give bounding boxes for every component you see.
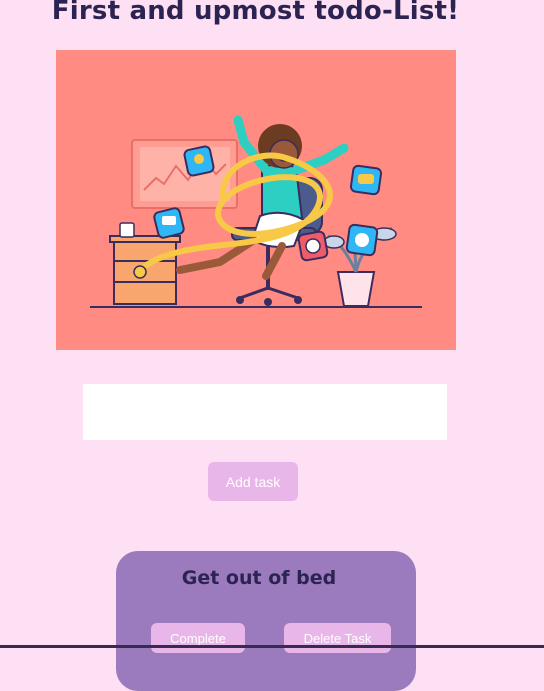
delete-task-button[interactable]: Delete Task (284, 623, 391, 653)
hero-illustration (56, 50, 456, 350)
complete-button[interactable]: Complete (151, 623, 245, 653)
add-task-button[interactable]: Add task (208, 462, 298, 501)
task-text: Get out of bed (181, 567, 337, 589)
task-input[interactable] (83, 384, 447, 440)
page-title: First and upmost todo-List! (51, 0, 460, 26)
task-card: Get out of bed Complete Delete Task (116, 551, 416, 691)
